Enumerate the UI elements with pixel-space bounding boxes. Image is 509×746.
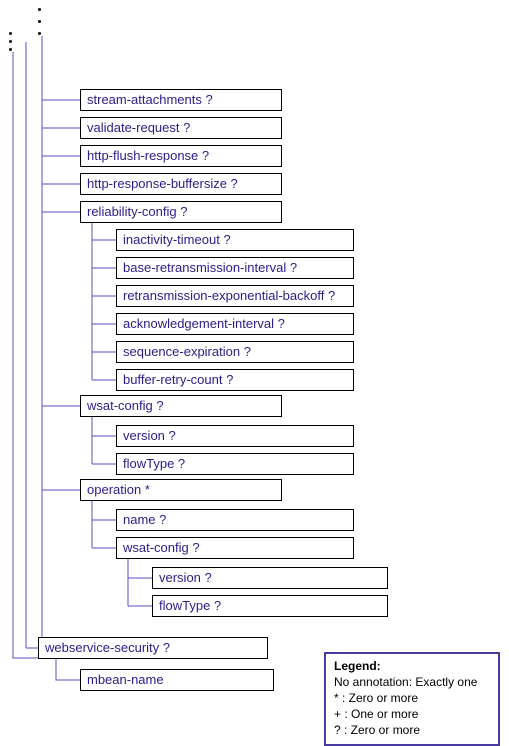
ellipsis-dot: [38, 32, 41, 35]
node-validate-request: validate-request ?: [80, 117, 282, 139]
ellipsis-dot: [9, 48, 12, 51]
legend-line: No annotation: Exactly one: [334, 675, 477, 689]
node-operation: operation *: [80, 479, 282, 501]
legend-line: ? : Zero or more: [334, 723, 420, 737]
node-name: name ?: [116, 509, 354, 531]
ellipsis-dot: [38, 8, 41, 11]
label: retransmission-exponential-backoff ?: [123, 288, 335, 303]
legend-line: + : One or more: [334, 707, 418, 721]
node-buffer-retry-count: buffer-retry-count ?: [116, 369, 354, 391]
node-version: version ?: [116, 425, 354, 447]
label: stream-attachments ?: [87, 92, 213, 107]
label: wsat-config ?: [87, 398, 164, 413]
label: flowType ?: [159, 598, 221, 613]
label: operation *: [87, 482, 150, 497]
ellipsis-dot: [38, 20, 41, 23]
label: reliability-config ?: [87, 204, 187, 219]
node-sequence-expiration: sequence-expiration ?: [116, 341, 354, 363]
node-wsat-config-2: wsat-config ?: [116, 537, 354, 559]
node-http-response-buffersize: http-response-buffersize ?: [80, 173, 282, 195]
label: mbean-name: [87, 672, 164, 687]
label: acknowledgement-interval ?: [123, 316, 285, 331]
label: flowType ?: [123, 456, 185, 471]
label: base-retransmission-interval ?: [123, 260, 297, 275]
node-version-2: version ?: [152, 567, 388, 589]
label: validate-request ?: [87, 120, 190, 135]
label: version ?: [123, 428, 176, 443]
legend-line: * : Zero or more: [334, 691, 418, 705]
node-webservice-security: webservice-security ?: [38, 637, 268, 659]
node-acknowledgement-interval: acknowledgement-interval ?: [116, 313, 354, 335]
label: buffer-retry-count ?: [123, 372, 233, 387]
label: http-flush-response ?: [87, 148, 209, 163]
label: webservice-security ?: [45, 640, 170, 655]
label: version ?: [159, 570, 212, 585]
ellipsis-dot: [9, 40, 12, 43]
node-base-retransmission-interval: base-retransmission-interval ?: [116, 257, 354, 279]
label: inactivity-timeout ?: [123, 232, 231, 247]
node-inactivity-timeout: inactivity-timeout ?: [116, 229, 354, 251]
label: name ?: [123, 512, 166, 527]
ellipsis-dot: [9, 32, 12, 35]
node-reliability-config: reliability-config ?: [80, 201, 282, 223]
node-http-flush-response: http-flush-response ?: [80, 145, 282, 167]
node-stream-attachments: stream-attachments ?: [80, 89, 282, 111]
legend-box: Legend: No annotation: Exactly one * : Z…: [324, 652, 500, 746]
node-retransmission-exponential-backoff: retransmission-exponential-backoff ?: [116, 285, 354, 307]
node-flowtype-2: flowType ?: [152, 595, 388, 617]
node-flowtype: flowType ?: [116, 453, 354, 475]
node-wsat-config: wsat-config ?: [80, 395, 282, 417]
label: http-response-buffersize ?: [87, 176, 238, 191]
legend-title: Legend:: [334, 659, 381, 673]
node-mbean-name: mbean-name: [80, 669, 274, 691]
label: wsat-config ?: [123, 540, 200, 555]
label: sequence-expiration ?: [123, 344, 251, 359]
